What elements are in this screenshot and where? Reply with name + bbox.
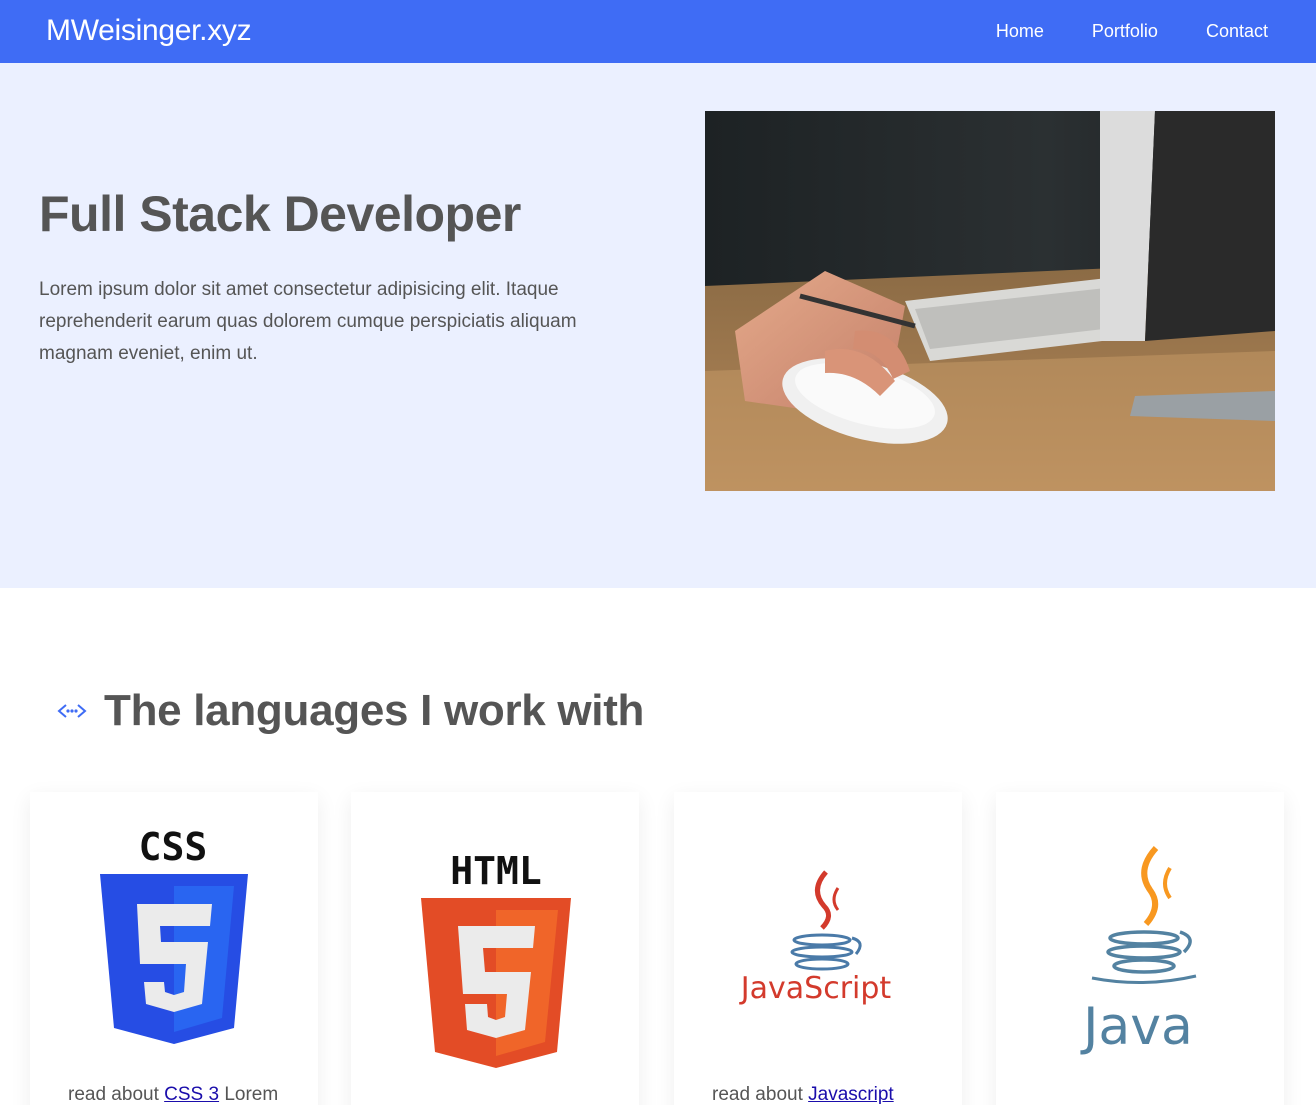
languages-title: The languages I work with <box>104 686 645 735</box>
svg-text:HTML: HTML <box>450 849 542 893</box>
html5-logo-icon: HTML <box>421 849 571 1068</box>
card-prefix: read about <box>712 1084 809 1105</box>
language-card-css: CSS read about CSS 3 Lorem <box>30 792 318 1105</box>
languages-heading: The languages I work with <box>56 686 644 736</box>
css3-logo-icon: CSS <box>100 825 248 1044</box>
card-suffix: Lorem <box>219 1084 279 1105</box>
nav-link-portfolio[interactable]: Portfolio <box>1092 21 1158 42</box>
svg-text:Java: Java <box>1080 997 1193 1057</box>
java-logo-icon: Java <box>1080 845 1197 1057</box>
card-description: read about Javascript <box>712 1084 894 1105</box>
language-card-java: Java <box>996 792 1284 1105</box>
card-description: read about CSS 3 Lorem <box>68 1084 278 1105</box>
navbar: MWeisinger.xyz Home Portfolio Contact <box>0 0 1316 63</box>
nav-links: Home Portfolio Contact <box>996 21 1268 42</box>
svg-text:JavaScript: JavaScript <box>739 971 892 1006</box>
nav-link-contact[interactable]: Contact <box>1206 21 1268 42</box>
hero-section: Full Stack Developer Lorem ipsum dolor s… <box>0 63 1316 588</box>
hero-title: Full Stack Developer <box>39 186 521 242</box>
card-prefix: read about <box>68 1084 165 1105</box>
hero-image <box>705 111 1275 491</box>
svg-text:CSS: CSS <box>139 825 208 869</box>
language-card-javascript: JavaScript read about Javascript <box>674 792 962 1105</box>
javascript-link[interactable]: Javascript <box>808 1084 894 1105</box>
hero-description: Lorem ipsum dolor sit amet consectetur a… <box>39 279 577 364</box>
language-card-html: HTML <box>351 792 639 1105</box>
site-brand[interactable]: MWeisinger.xyz <box>46 14 252 48</box>
css-link[interactable]: CSS 3 <box>164 1084 219 1105</box>
javascript-logo-icon: JavaScript <box>739 870 892 1006</box>
code-arrows-icon <box>57 704 87 718</box>
nav-link-home[interactable]: Home <box>996 21 1044 42</box>
